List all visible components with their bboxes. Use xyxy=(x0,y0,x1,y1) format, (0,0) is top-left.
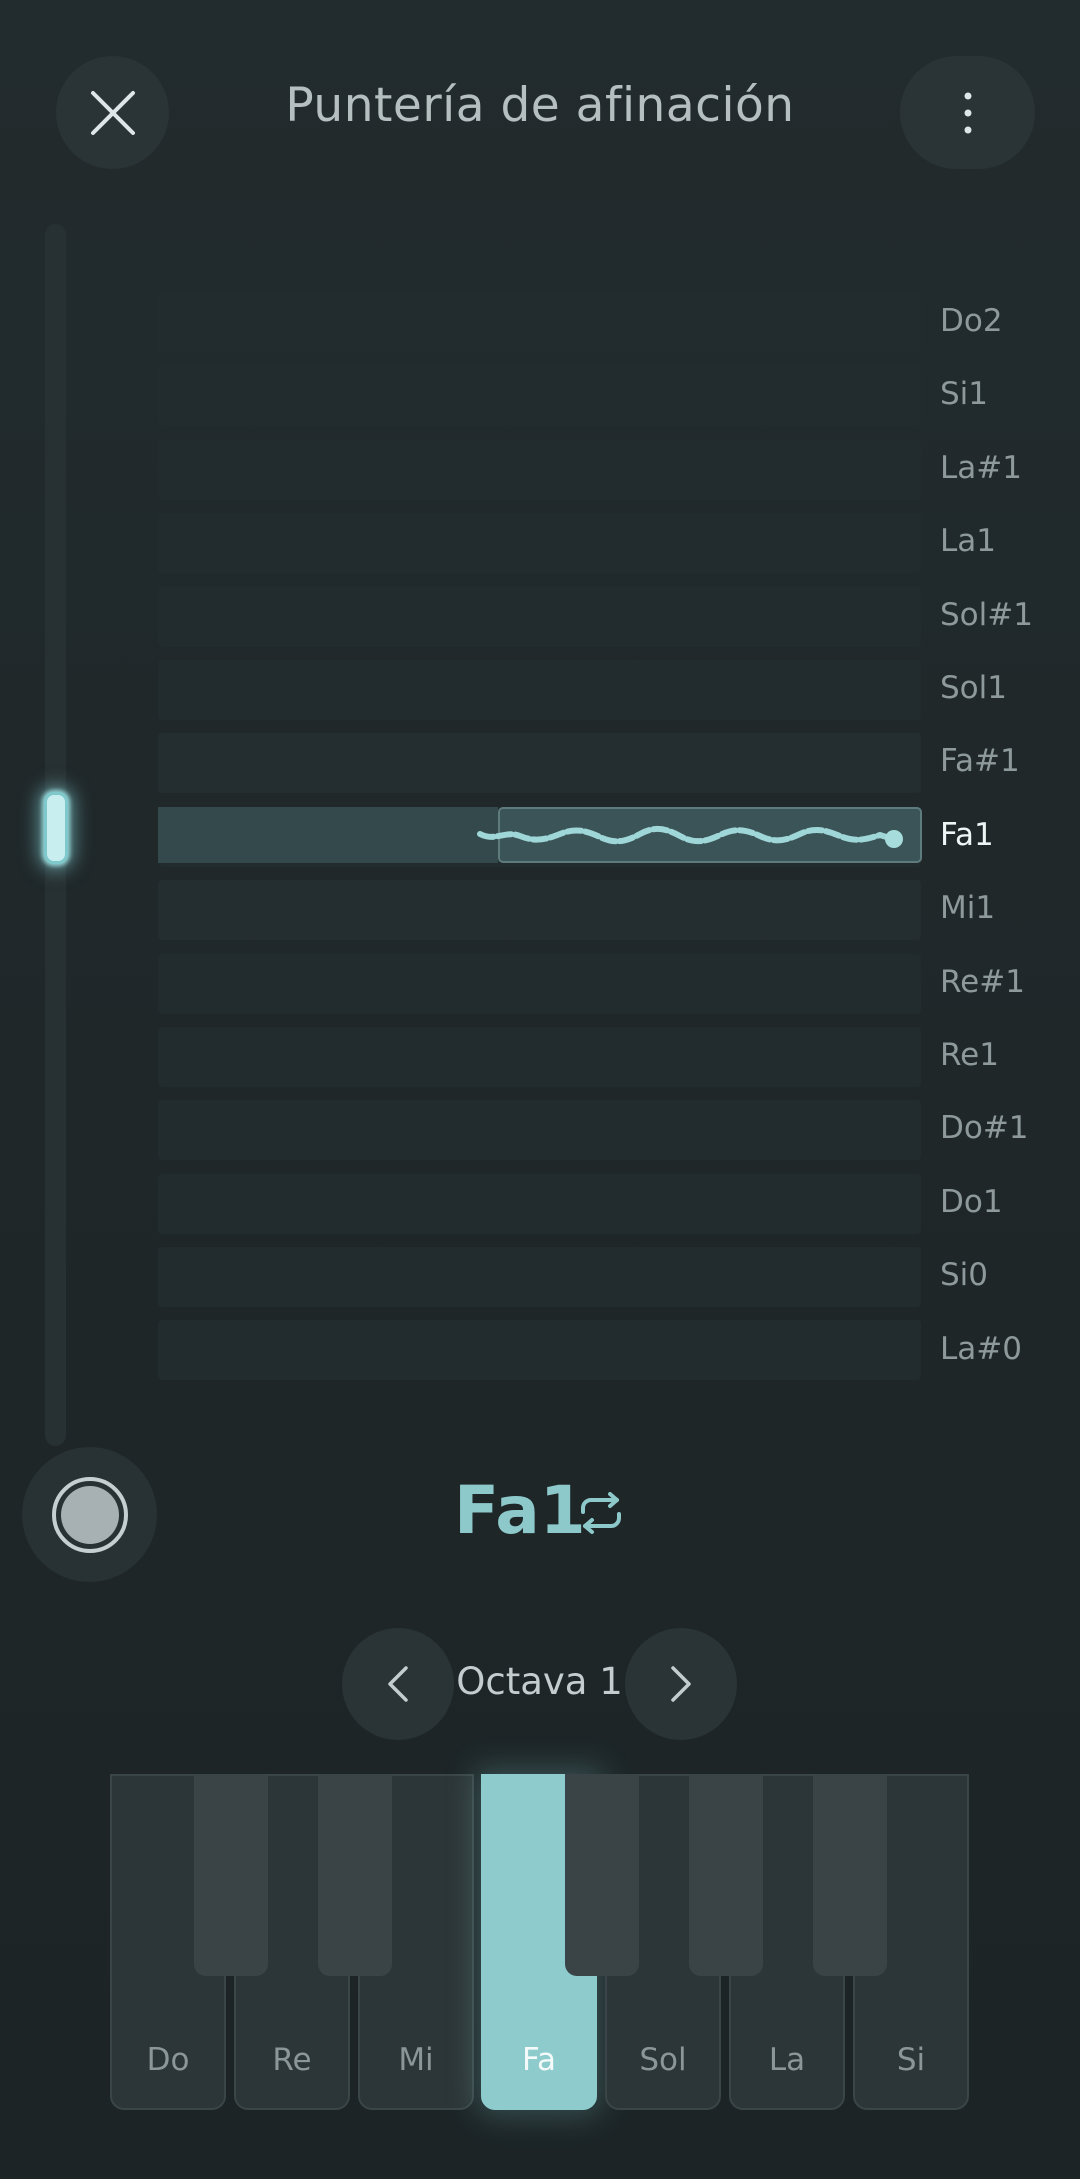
pitch-range-slider-thumb[interactable] xyxy=(44,792,68,864)
next-octave-button[interactable] xyxy=(625,1628,737,1740)
note-row xyxy=(158,1168,921,1241)
piano-key-label: Si xyxy=(896,2042,926,2078)
piano-key-label: Do xyxy=(146,2042,190,2078)
tuning-screen: Puntería de afinación Do2 Si1 La#1 La1 Sol#1… xyxy=(0,0,1080,2179)
more-vertical-icon xyxy=(964,92,971,133)
note-label: Fa#1 xyxy=(940,743,1020,780)
octave-label: Octava 1 xyxy=(456,1660,623,1703)
piano-key-la-sharp[interactable] xyxy=(813,1774,887,1976)
note-row xyxy=(158,727,921,800)
note-row xyxy=(158,1094,921,1167)
piano-key-do-sharp[interactable] xyxy=(194,1774,268,1976)
note-label: La#0 xyxy=(940,1330,1022,1367)
note-row xyxy=(158,1241,921,1314)
piano-key-label: La xyxy=(768,2042,806,2078)
note-label: La#1 xyxy=(940,449,1022,486)
note-row xyxy=(158,948,921,1021)
note-label: Re#1 xyxy=(940,963,1025,1000)
record-button[interactable] xyxy=(22,1447,157,1582)
record-icon xyxy=(51,1476,128,1553)
more-options-button[interactable] xyxy=(900,56,1035,169)
piano-key-label: Fa xyxy=(522,2042,556,2078)
note-row xyxy=(158,287,921,360)
note-row xyxy=(158,434,921,507)
piano-key-fa-sharp[interactable] xyxy=(565,1774,639,1976)
note-row xyxy=(158,654,921,727)
piano-keyboard: Do Re Mi Fa Sol La Si xyxy=(110,1774,970,2112)
repeat-icon[interactable] xyxy=(577,1492,625,1534)
note-row xyxy=(158,1314,921,1387)
piano-key-label: Sol xyxy=(639,2042,687,2078)
note-label: Fa1 xyxy=(940,816,994,853)
note-label: Do2 xyxy=(940,303,1003,339)
note-label: Do1 xyxy=(940,1183,1003,1220)
note-label: Sol#1 xyxy=(940,596,1033,633)
note-label: Do#1 xyxy=(940,1110,1029,1147)
piano-key-label: Mi xyxy=(398,2042,434,2078)
pitch-trace-line xyxy=(477,826,903,848)
chevron-right-icon xyxy=(671,1666,691,1702)
target-note-bar xyxy=(158,807,498,863)
note-label: Mi1 xyxy=(940,890,996,927)
note-label: La1 xyxy=(940,523,996,560)
note-label: Si0 xyxy=(940,1257,989,1294)
piano-key-sol-sharp[interactable] xyxy=(689,1774,763,1976)
note-row xyxy=(158,360,921,433)
piano-key-re-sharp[interactable] xyxy=(318,1774,392,1976)
note-label: Sol1 xyxy=(940,670,1007,706)
piano-key-label: Re xyxy=(272,2042,312,2078)
note-row xyxy=(158,874,921,947)
chevron-left-icon xyxy=(388,1666,408,1702)
note-label: Re1 xyxy=(940,1037,999,1073)
note-row xyxy=(158,1021,921,1094)
note-row xyxy=(158,507,921,580)
note-row xyxy=(158,581,921,654)
current-note-display: Fa1 xyxy=(454,1472,586,1549)
previous-octave-button[interactable] xyxy=(342,1628,454,1740)
note-label: Si1 xyxy=(940,376,989,413)
